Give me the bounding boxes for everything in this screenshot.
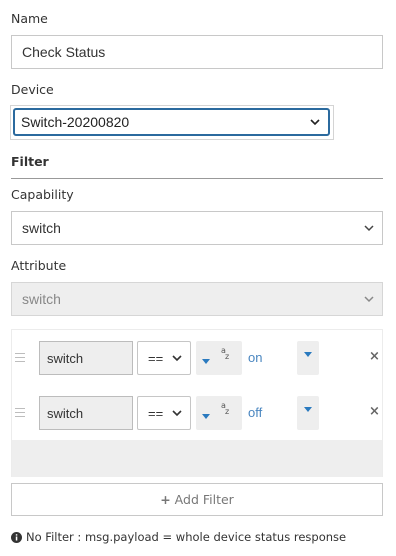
device-label: Device [11, 82, 54, 97]
chevron-down-icon [172, 355, 182, 362]
filter-operator-select[interactable]: == [137, 396, 191, 430]
filter-rule-row: switch == az on × [12, 330, 382, 386]
caret-down-icon [304, 407, 312, 412]
device-select-value: Switch-20200820 [21, 114, 130, 130]
caret-down-icon [202, 414, 210, 419]
filter-list-footer [12, 440, 382, 477]
az-icon-z: z [225, 407, 230, 416]
chevron-down-icon [172, 410, 182, 417]
chevron-down-icon [364, 225, 374, 232]
value-type-button[interactable]: az [196, 341, 242, 375]
add-filter-button[interactable]: + Add Filter [11, 483, 383, 516]
add-filter-label: Add Filter [174, 492, 234, 507]
drag-handle-icon[interactable] [15, 353, 25, 365]
filter-operator-value: == [148, 405, 164, 421]
filter-operator-select[interactable]: == [137, 341, 191, 375]
capability-select[interactable]: switch [11, 211, 383, 245]
info-icon [11, 531, 22, 543]
az-icon-z: z [225, 352, 230, 361]
attribute-select-value: switch [22, 291, 61, 307]
name-label: Name [11, 11, 48, 26]
filter-section-title: Filter [11, 154, 49, 169]
filter-value-input[interactable]: off [248, 405, 262, 420]
device-select[interactable]: Switch-20200820 [13, 108, 330, 136]
capability-select-value: switch [22, 220, 61, 236]
filter-rule-row: switch == az off × [12, 385, 382, 441]
chevron-down-icon [364, 296, 374, 303]
remove-rule-icon[interactable]: × [369, 404, 380, 419]
info-note: No Filter : msg.payload = whole device s… [11, 530, 346, 544]
value-options-button[interactable] [297, 396, 319, 430]
name-input[interactable]: Check Status [11, 35, 383, 69]
filter-divider [11, 178, 383, 179]
filter-value-input[interactable]: on [248, 350, 262, 365]
attribute-label: Attribute [11, 258, 67, 273]
chevron-down-icon [310, 119, 320, 126]
drag-handle-icon[interactable] [15, 408, 25, 420]
filter-property-input[interactable]: switch [39, 396, 133, 430]
filter-property-input[interactable]: switch [39, 341, 133, 375]
info-text: No Filter : msg.payload = whole device s… [26, 530, 347, 544]
filter-operator-value: == [148, 350, 164, 366]
attribute-select: switch [11, 282, 383, 316]
caret-down-icon [202, 359, 210, 364]
remove-rule-icon[interactable]: × [369, 349, 380, 364]
capability-label: Capability [11, 187, 74, 202]
caret-down-icon [304, 352, 312, 357]
plus-icon: + [160, 492, 171, 507]
value-type-button[interactable]: az [196, 396, 242, 430]
filter-rules-list: switch == az on × switch == az off × [11, 329, 383, 477]
value-options-button[interactable] [297, 341, 319, 375]
